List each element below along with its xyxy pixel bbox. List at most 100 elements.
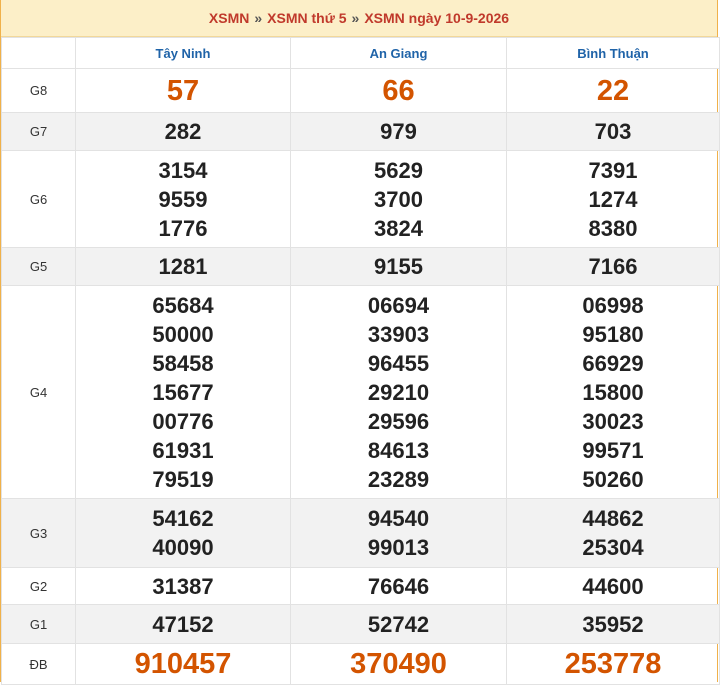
province-header-tay-ninh[interactable]: Tây Ninh (75, 37, 291, 69)
prize-cell: 910457 (75, 643, 291, 685)
prize-cell: 979 (290, 112, 507, 151)
prize-cell: 35952 (506, 604, 720, 644)
prize-number: 79519 (152, 466, 214, 492)
breadcrumb: XSMN » XSMN thứ 5 » XSMN ngày 10-9-2026 (1, 0, 717, 37)
prize-number: 30023 (582, 408, 644, 434)
prize-number: 61931 (152, 437, 214, 463)
province-header-an-giang[interactable]: An Giang (290, 37, 507, 69)
prize-number: 66 (382, 74, 415, 107)
prize-number: 96455 (367, 350, 430, 376)
prize-row: ĐB 910457 370490 253778 (1, 643, 720, 685)
province-header-binh-thuan[interactable]: Bình Thuận (506, 37, 720, 69)
prize-rows: G8 57 66 22 G7 282 979 703 G6 3154 9559 1776 5629 370… (1, 68, 720, 685)
prize-number: 370490 (350, 648, 447, 680)
prize-number: 1776 (158, 215, 208, 241)
breadcrumb-xsmn-link[interactable]: XSMN (209, 10, 249, 26)
prize-row: G3 54162 40090 94540 99013 44862 25304 (1, 498, 720, 568)
prize-number: 40090 (152, 535, 214, 560)
prize-row: G2 31387 76646 44600 (1, 567, 720, 605)
prize-number: 5629 (374, 157, 423, 183)
prize-number: 3700 (374, 186, 423, 212)
prize-number: 33903 (367, 321, 430, 347)
prize-label: G4 (1, 285, 76, 499)
results-panel: XSMN » XSMN thứ 5 » XSMN ngày 10-9-2026 … (0, 0, 720, 685)
prize-row: G5 1281 9155 7166 (1, 247, 720, 286)
prize-number: 54162 (152, 506, 214, 531)
prize-number: 76646 (367, 573, 430, 599)
prize-label: G8 (1, 68, 76, 113)
prize-number: 979 (380, 119, 417, 144)
prize-number: 8380 (588, 215, 638, 241)
prize-number: 06998 (582, 292, 644, 318)
prize-number: 22 (596, 74, 630, 107)
prize-label: ĐB (1, 643, 76, 685)
prize-cell: 65684 50000 58458 15677 00776 61931 79519 (75, 285, 291, 499)
prize-number: 52742 (367, 611, 430, 637)
prize-row: G7 282 979 703 (1, 112, 720, 151)
breadcrumb-separator: » (351, 10, 360, 26)
prize-number: 50260 (582, 466, 644, 492)
prize-cell: 54162 40090 (75, 498, 291, 568)
prize-label: G6 (1, 150, 76, 248)
prize-number: 29596 (367, 408, 430, 434)
prize-number: 7391 (588, 157, 638, 183)
prize-number: 15800 (582, 379, 644, 405)
prize-number: 9155 (374, 254, 423, 279)
prize-number: 99013 (367, 535, 430, 560)
prize-number: 910457 (134, 648, 232, 680)
prize-cell: 94540 99013 (290, 498, 507, 568)
prize-cell: 7391 1274 8380 (506, 150, 720, 248)
prize-label: G5 (1, 247, 76, 286)
prize-number: 66929 (582, 350, 644, 376)
prize-number: 57 (166, 74, 200, 107)
prize-cell: 31387 (75, 567, 291, 605)
prize-number: 7166 (588, 254, 638, 279)
prize-cell: 44862 25304 (506, 498, 720, 568)
prize-cell: 22 (506, 68, 720, 113)
prize-number: 44862 (582, 506, 644, 531)
prize-cell: 370490 (290, 643, 507, 685)
prize-number: 94540 (367, 506, 430, 531)
prize-cell: 3154 9559 1776 (75, 150, 291, 248)
prize-row: G8 57 66 22 (1, 68, 720, 113)
prize-number: 84613 (367, 437, 430, 463)
prize-number: 00776 (152, 408, 214, 434)
prize-number: 15677 (152, 379, 214, 405)
prize-number: 3154 (158, 157, 208, 183)
prize-row: G4 65684 50000 58458 15677 00776 61931 79519 066… (1, 285, 720, 499)
results-table: Tây Ninh An Giang Bình Thuận G8 57 66 22 G7 2… (1, 37, 720, 685)
prize-number: 9559 (158, 186, 208, 212)
prize-number: 703 (594, 119, 632, 144)
breadcrumb-separator: » (254, 10, 263, 26)
prize-number: 1274 (588, 186, 638, 212)
corner-cell (1, 37, 76, 69)
prize-number: 31387 (152, 573, 214, 599)
prize-cell: 66 (290, 68, 507, 113)
prize-number: 44600 (582, 573, 644, 599)
prize-number: 1281 (158, 254, 208, 279)
prize-label: G2 (1, 567, 76, 605)
prize-number: 06694 (367, 292, 430, 318)
prize-cell: 703 (506, 112, 720, 151)
prize-cell: 06998 95180 66929 15800 30023 99571 50260 (506, 285, 720, 499)
prize-number: 3824 (374, 215, 423, 241)
prize-label: G7 (1, 112, 76, 151)
prize-cell: 44600 (506, 567, 720, 605)
prize-label: G1 (1, 604, 76, 644)
prize-row: G1 47152 52742 35952 (1, 604, 720, 644)
prize-cell: 5629 3700 3824 (290, 150, 507, 248)
prize-cell: 57 (75, 68, 291, 113)
prize-cell: 1281 (75, 247, 291, 286)
prize-number: 282 (164, 119, 202, 144)
prize-number: 35952 (582, 611, 644, 637)
prize-number: 29210 (367, 379, 430, 405)
prize-cell: 253778 (506, 643, 720, 685)
prize-number: 65684 (152, 292, 214, 318)
prize-number: 58458 (152, 350, 214, 376)
prize-cell: 9155 (290, 247, 507, 286)
prize-number: 99571 (582, 437, 644, 463)
breadcrumb-xsmn-thu5-link[interactable]: XSMN thứ 5 (267, 10, 346, 26)
prize-cell: 76646 (290, 567, 507, 605)
prize-number: 25304 (582, 535, 644, 560)
breadcrumb-xsmn-date-link[interactable]: XSMN ngày 10-9-2026 (364, 10, 509, 26)
